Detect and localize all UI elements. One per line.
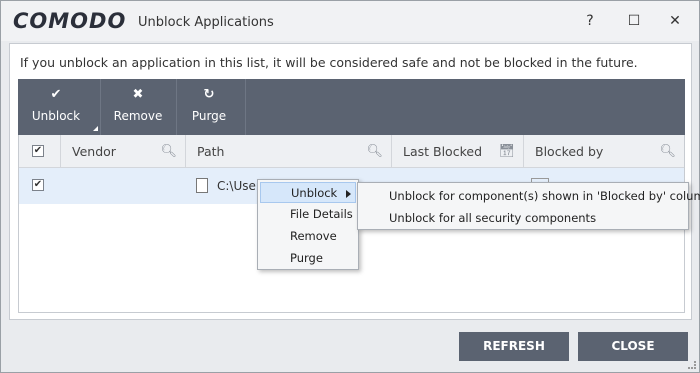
toolbar-divider (176, 79, 177, 135)
dropdown-indicator-icon (93, 126, 98, 131)
unblock-for-components-option[interactable]: Unblock for component(s) shown in 'Block… (389, 189, 700, 203)
unblock-submenu: Unblock for component(s) shown in 'Block… (357, 182, 700, 230)
calendar-icon[interactable]: 📅︎ (498, 135, 515, 168)
info-text: If you unblock an application in this li… (20, 55, 638, 70)
close-window-button[interactable]: ✕ (661, 9, 689, 33)
refresh-button[interactable]: REFRESH (459, 332, 569, 361)
window-title: Unblock Applications (138, 15, 274, 30)
x-icon: ✖ (132, 87, 144, 102)
column-header-path[interactable]: Path 🔍︎ (186, 135, 392, 168)
resize-grip-icon[interactable] (688, 361, 696, 369)
file-icon (196, 178, 208, 193)
maximize-button[interactable]: ☐ (620, 9, 648, 33)
toolbar: ✔ Unblock ✖ Remove ↻ Purge (18, 79, 685, 135)
unblock-applications-window: COMODO Unblock Applications ? ☐ ✕ If you… (0, 0, 700, 373)
column-label: Vendor (72, 144, 116, 159)
remove-tool-button[interactable]: ✖ Remove (108, 79, 168, 135)
unblock-for-all-components-option[interactable]: Unblock for all security components (389, 211, 596, 225)
context-menu-unblock[interactable]: Unblock (260, 182, 356, 203)
column-label: Last Blocked (403, 144, 482, 159)
check-icon: ✔ (50, 87, 62, 102)
title-bar: COMODO Unblock Applications ? ☐ ✕ (1, 1, 699, 41)
select-all-checkbox[interactable]: ✔ (32, 145, 44, 157)
refresh-icon: ↻ (203, 87, 215, 102)
column-header-vendor[interactable]: Vendor 🔍︎ (61, 135, 186, 168)
search-icon[interactable]: 🔍︎ (366, 135, 383, 168)
help-button[interactable]: ? (576, 9, 604, 33)
context-menu-file-details[interactable]: File Details (260, 204, 356, 225)
column-header-last-blocked[interactable]: Last Blocked 📅︎ (392, 135, 524, 168)
column-label: Blocked by (535, 144, 604, 159)
column-header-blocked-by[interactable]: Blocked by 🔍︎ (524, 135, 684, 168)
row-checkbox[interactable]: ✔ (32, 179, 44, 191)
context-menu: Unblock File Details Remove Purge (257, 179, 359, 270)
select-all-column: ✔ (19, 135, 61, 168)
context-menu-purge[interactable]: Purge (260, 248, 356, 269)
purge-tool-label: Purge (191, 109, 227, 123)
toolbar-divider (245, 79, 246, 135)
unblock-tool-button[interactable]: ✔ Unblock (26, 79, 86, 135)
remove-tool-label: Remove (113, 109, 163, 123)
purge-tool-button[interactable]: ↻ Purge (181, 79, 237, 135)
toolbar-divider (100, 79, 101, 135)
submenu-arrow-icon (346, 190, 351, 198)
close-button[interactable]: CLOSE (578, 332, 688, 361)
context-menu-remove[interactable]: Remove (260, 226, 356, 247)
table-header: ✔ Vendor 🔍︎ Path 🔍︎ Last Blocked 📅︎ Bloc… (19, 135, 684, 168)
search-icon[interactable]: 🔍︎ (659, 135, 676, 168)
search-icon[interactable]: 🔍︎ (160, 135, 177, 168)
comodo-logo: COMODO (13, 9, 127, 33)
column-label: Path (197, 144, 225, 159)
context-menu-label: Unblock (291, 186, 338, 200)
unblock-tool-label: Unblock (31, 109, 81, 123)
